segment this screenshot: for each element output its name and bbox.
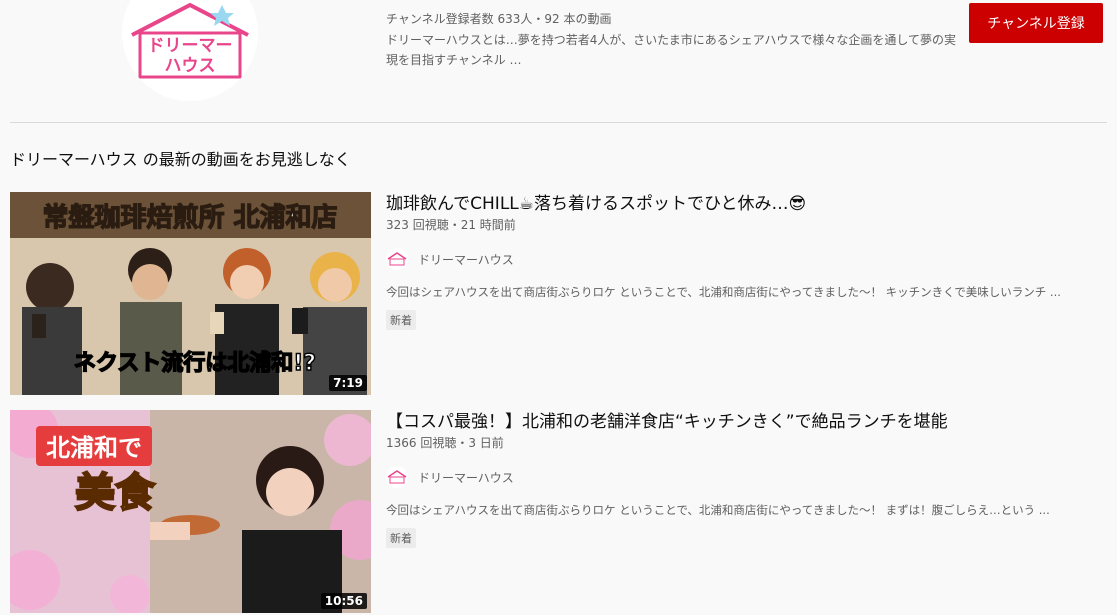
video-title[interactable]: 珈琲飲んでCHILL☕落ち着けるスポットでひと休み…😎 xyxy=(386,192,1106,216)
video-duration: 7:19 xyxy=(329,375,367,391)
channel-avatar[interactable]: ドリーマー ハウス xyxy=(122,0,258,101)
video-description: 今回はシェアハウスを出て商店街ぶらりロケ ということで、北浦和商店街にやってきま… xyxy=(386,503,1050,517)
video-item[interactable]: 常盤珈琲焙煎所 北浦和店 ネクスト流行は北浦和!? 7:19 珈琲飲んでCHIL… xyxy=(10,192,1110,397)
video-title[interactable]: 【コスパ最強！】北浦和の老舗洋食店“キッチンきく”で絶品ランチを堪能 xyxy=(386,410,1106,434)
new-badge: 新着 xyxy=(386,528,416,548)
channel-header: ドリーマー ハウス チャンネル登録者数 633人・92 本の動画 ドリーマーハウ… xyxy=(0,0,1117,122)
channel-stats: チャンネル登録者数 633人・92 本の動画 xyxy=(386,12,612,26)
section-title: ドリーマーハウス の最新の動画をお見逃しなく xyxy=(10,150,351,169)
new-badge: 新着 xyxy=(386,310,416,330)
video-thumbnail[interactable]: 常盤珈琲焙煎所 北浦和店 ネクスト流行は北浦和!? 7:19 xyxy=(10,192,371,395)
video-stats: 323 回視聴・21 時間前 xyxy=(386,218,516,232)
channel-mini-avatar[interactable] xyxy=(386,466,408,488)
video-stats: 1366 回視聴・3 日前 xyxy=(386,436,504,450)
video-description: 今回はシェアハウスを出て商店街ぶらりロケ ということで、北浦和商店街にやってきま… xyxy=(386,285,1061,299)
video-thumbnail[interactable]: 北浦和で 美食 10:56 xyxy=(10,410,371,613)
video-channel-name[interactable]: ドリーマーハウス xyxy=(418,469,514,486)
house-logo-icon xyxy=(387,470,407,484)
thumbnail-image: 常盤珈琲焙煎所 北浦和店 ネクスト流行は北浦和!? xyxy=(10,192,371,395)
thumbnail-image: 北浦和で 美食 xyxy=(10,410,371,613)
svg-text:北浦和で: 北浦和で xyxy=(46,434,142,462)
divider xyxy=(10,122,1107,123)
house-logo-icon: ドリーマー ハウス xyxy=(131,2,249,79)
video-duration: 10:56 xyxy=(320,593,367,609)
house-logo-icon xyxy=(387,252,407,266)
video-channel[interactable]: ドリーマーハウス xyxy=(386,466,1106,488)
channel-mini-avatar[interactable] xyxy=(386,248,408,270)
svg-text:ネクスト流行は北浦和!?: ネクスト流行は北浦和!? xyxy=(74,350,316,376)
svg-text:ハウス: ハウス xyxy=(165,56,216,76)
video-item[interactable]: 北浦和で 美食 10:56 【コスパ最強！】北浦和の老舗洋食店“キッチンきく”で… xyxy=(10,410,1110,615)
channel-description[interactable]: ドリーマーハウスとは…夢を持つ若者4人が、さいたま市にあるシェアハウスで様々な企… xyxy=(386,30,956,70)
svg-text:美食: 美食 xyxy=(75,470,156,516)
svg-text:ドリーマー: ドリーマー xyxy=(148,36,233,56)
subscribe-button[interactable]: チャンネル登録 xyxy=(969,3,1103,43)
video-channel[interactable]: ドリーマーハウス xyxy=(386,248,1106,270)
svg-text:常盤珈琲焙煎所 北浦和店: 常盤珈琲焙煎所 北浦和店 xyxy=(42,202,337,233)
video-channel-name[interactable]: ドリーマーハウス xyxy=(418,251,514,268)
